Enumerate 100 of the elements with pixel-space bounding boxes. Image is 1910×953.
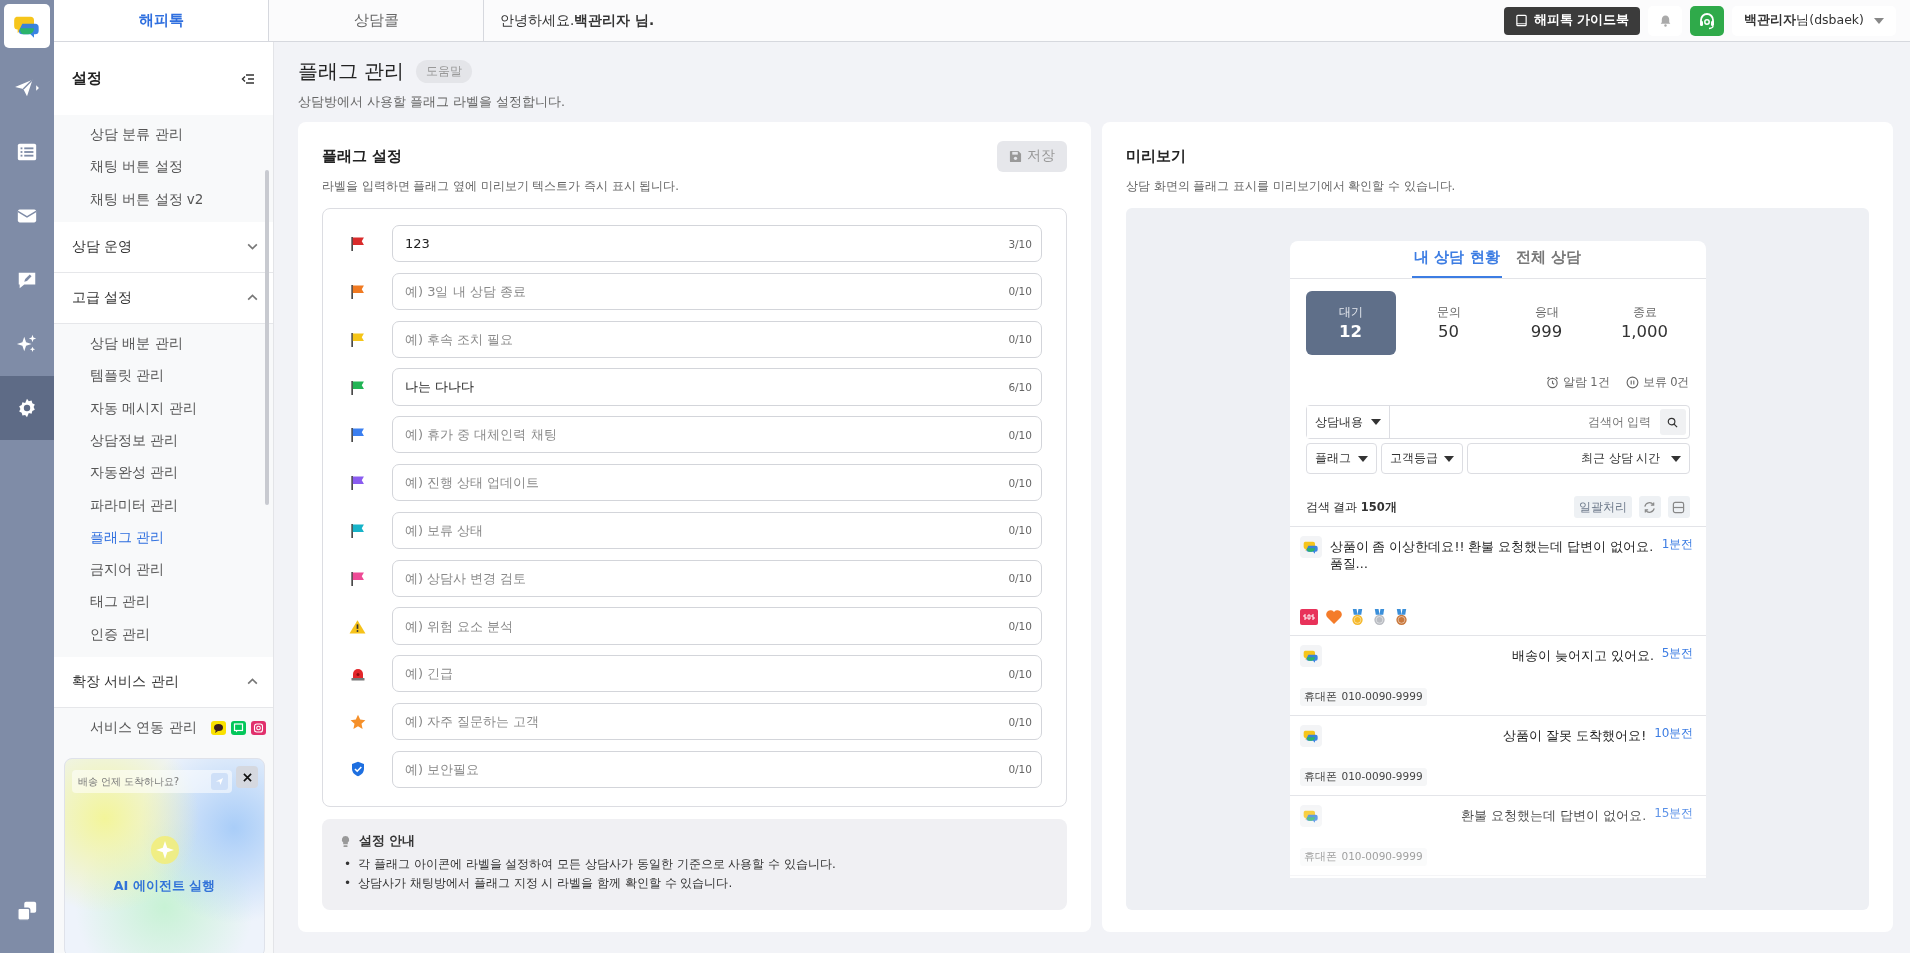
conversation-item[interactable]: 배송이 늦어지고 있어요. 5분전 휴대폰 010-0090-9999 [1289, 636, 1706, 716]
status-label: 문의 [1436, 305, 1461, 320]
character-count: 0/10 [1008, 572, 1032, 585]
list-icon[interactable] [16, 141, 38, 163]
section-header[interactable]: 상담 운영 [54, 221, 273, 273]
sos-icon [1299, 609, 1318, 625]
bullet-marker: • [344, 856, 352, 873]
sparkle-icon[interactable] [16, 333, 38, 355]
search-input-field[interactable]: 검색어 입력 [1389, 406, 1660, 438]
app-logo[interactable] [4, 4, 50, 48]
conversation-item[interactable]: 상품이 잘못 도착했어요! 10분전 휴대폰 010-0090-9999 [1289, 716, 1706, 796]
chat-logo-icon [1302, 808, 1319, 824]
sidebar-item[interactable]: 금지어 관리 [90, 561, 165, 580]
phone-number: 010-0090-9999 [1341, 690, 1423, 704]
status-label: 응대 [1534, 305, 1559, 320]
character-count: 0/10 [1008, 667, 1032, 680]
phone-label: 휴대폰 [1303, 850, 1337, 864]
layout-icon [1672, 500, 1685, 514]
filter-dropdown[interactable]: 플래그 [1305, 443, 1377, 474]
notification-button[interactable] [1648, 5, 1683, 36]
sparkle-icon [149, 835, 180, 866]
preview-tab[interactable]: 내 상담 현황 [1412, 241, 1502, 278]
sidebar-item[interactable]: 플래그 관리 [90, 528, 165, 547]
chat-bubble-icon [210, 721, 226, 735]
status-counter[interactable]: 문의 50 [1403, 291, 1494, 355]
caret-icon [1370, 419, 1381, 425]
guide-bullet: 각 플래그 아이콘에 라벨을 설정하여 모든 상담사가 동일한 기준으로 사용할 수 있습니다. [358, 856, 836, 873]
status-counter[interactable]: 응대 999 [1501, 291, 1592, 355]
close-button[interactable] [236, 766, 258, 789]
search-type-dropdown[interactable]: 상담내용 [1306, 406, 1390, 438]
phone-number: 010-0090-9999 [1341, 770, 1423, 784]
character-count: 0/10 [1008, 763, 1032, 776]
medal-icon [1393, 609, 1409, 626]
ai-agent-label: AI 에이전트 실행 [113, 877, 216, 896]
status-counter[interactable]: 대기 12 [1305, 291, 1396, 355]
card-description: 상담 화면의 플래그 표시를 미리보기에서 확인할 수 있습니다. [1126, 179, 1457, 194]
sidebar-item[interactable]: 상담정보 관리 [90, 431, 179, 450]
chat-logo-icon [1302, 648, 1319, 664]
pause-icon [1625, 376, 1639, 389]
camera-icon [250, 721, 266, 735]
character-count: 0/10 [1008, 620, 1032, 632]
message-time: 1분전 [1661, 536, 1694, 553]
settings-icon[interactable] [16, 397, 38, 419]
search-button[interactable] [1659, 409, 1686, 435]
top-tab[interactable]: 해피톡 [54, 0, 269, 41]
search-field[interactable]: 상담내용 검색어 입력 [1305, 405, 1690, 439]
card-description: 라벨을 입력하면 플래그 옆에 미리보기 텍스트가 즉시 표시 됩니다. [322, 179, 680, 194]
sidebar-item[interactable]: 상담 분류 관리 [90, 126, 183, 145]
guide-bullet: 상담사가 채팅방에서 플래그 지정 시 라벨을 함께 확인할 수 있습니다. [358, 875, 733, 892]
status-label: 대기 [1338, 305, 1363, 320]
result-count: 검색 결과 150개 [1305, 499, 1397, 515]
search-icon [1667, 416, 1678, 428]
lightbulb-icon [340, 835, 351, 848]
section-title: 상담 운영 [72, 237, 133, 256]
card-title: 플래그 설정 [322, 146, 403, 166]
section-header[interactable]: 확장 서비스 관리 [54, 656, 273, 708]
status-count: 50 [1438, 322, 1459, 341]
alarm-count: 알람 1건 [1562, 375, 1610, 390]
preview-tab[interactable]: 전체 상담 [1513, 241, 1583, 278]
conversation-item[interactable]: 환불 요청했는데 답변이 없어요. 15분전 휴대폰 010-0090-9999 [1289, 796, 1706, 876]
character-count: 6/10 [1008, 381, 1032, 394]
caret-icon [1874, 17, 1884, 24]
conversation-item[interactable]: 상품이 좀 이상한데요!! 환불 요청했는데 답변이 없어요. 품질… 1분전 [1289, 527, 1706, 636]
sidebar-item[interactable]: 파라미터 관리 [90, 496, 179, 515]
sidebar-item[interactable]: 상담 배분 관리 [90, 335, 183, 354]
filter-dropdown[interactable]: 고객등급 [1380, 443, 1463, 474]
filter-dropdown[interactable]: 최근 상담 시간 [1466, 443, 1690, 474]
sidebar-item[interactable]: 자동완성 관리 [90, 464, 179, 483]
refresh-button[interactable] [1638, 496, 1661, 518]
sidebar-item[interactable]: 자동 메시지 관리 [90, 399, 197, 418]
bulk-action-button[interactable]: 일괄처리 [1573, 496, 1632, 518]
collapse-sidebar-icon[interactable] [241, 72, 255, 85]
sidebar-item[interactable]: 서비스 연동 관리 [90, 719, 197, 737]
section-title: 고급 설정 [72, 288, 133, 307]
sidebar-item[interactable]: 채팅 버튼 설정 [90, 158, 183, 177]
message-preview: 상품이 좀 이상한데요!! 환불 요청했는데 답변이 없어요. 품질… [1329, 538, 1654, 572]
status-count: 12 [1339, 322, 1362, 341]
sidebar-item[interactable]: 태그 관리 [90, 593, 151, 612]
sidebar-item[interactable]: 템플릿 관리 [90, 367, 165, 386]
ai-agent-card[interactable]: 배송 언제 도착하나요? AI 에이전트 실행 [64, 758, 265, 953]
chat-logo-icon [1302, 539, 1319, 555]
guide-button[interactable]: 해피톡 가이드북 [1503, 6, 1641, 35]
section-title: 확장 서비스 관리 [72, 672, 179, 691]
status-counter[interactable]: 종료 1,000 [1599, 291, 1690, 355]
section-header[interactable]: 고급 설정 [54, 272, 273, 324]
star-icon [349, 713, 366, 730]
character-count: 0/10 [1008, 428, 1032, 441]
medal-icon [1349, 609, 1365, 626]
sidebar-item[interactable]: 채팅 버튼 설정 v2 [90, 190, 204, 209]
sidebar-item[interactable]: 인증 관리 [90, 625, 151, 644]
ai-input-field[interactable]: 배송 언제 도착하나요? [71, 770, 232, 794]
hold-count: 보류 0건 [1642, 375, 1690, 390]
layout-button[interactable] [1667, 496, 1690, 518]
windows-icon[interactable] [16, 900, 38, 922]
bullet-marker: • [344, 875, 352, 892]
character-count: 0/10 [1008, 524, 1032, 537]
caret-icon [1670, 455, 1681, 462]
top-tab[interactable]: 상담콜 [269, 0, 484, 41]
support-button[interactable] [1690, 5, 1725, 36]
user-menu[interactable]: 백관리자님(dsbaek) [1732, 5, 1896, 36]
